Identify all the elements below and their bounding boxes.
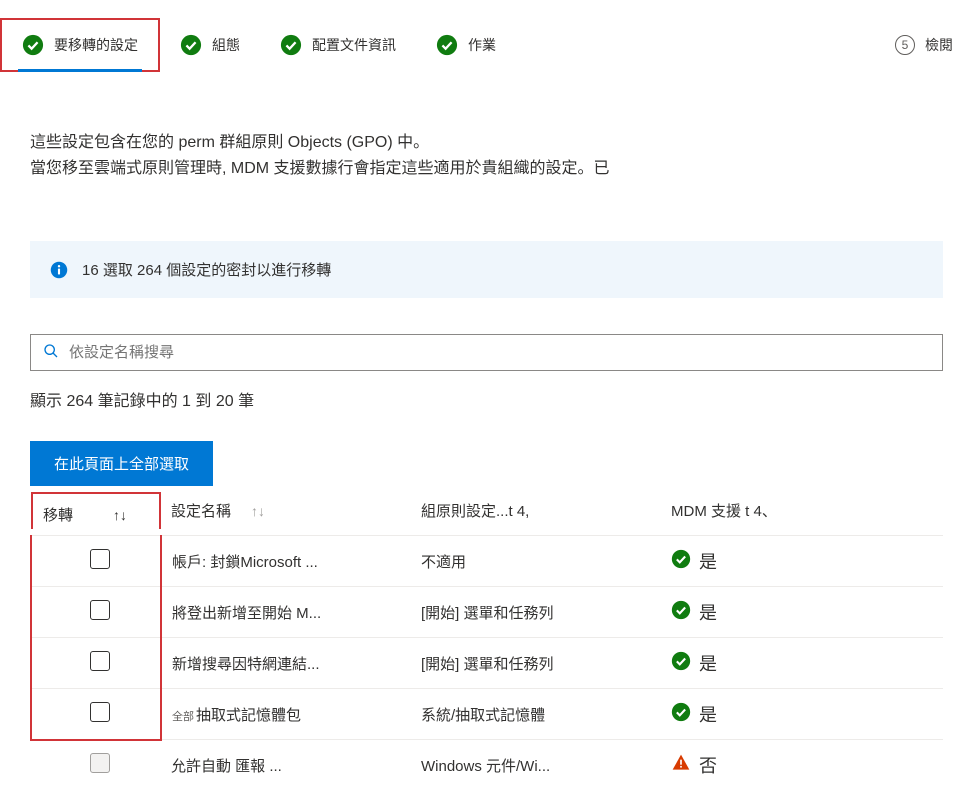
step-review[interactable]: 5 檢閱 xyxy=(875,35,973,55)
checkbox-cell xyxy=(31,689,161,740)
main-content: 這些設定包含在您的 perm 群組原則 Objects (GPO) 中。 當您移… xyxy=(0,90,973,790)
setting-prefix: 全部 xyxy=(172,711,194,723)
step-label: 組態 xyxy=(212,35,240,55)
gpo-setting-cell: [開始] 選單和任務列 xyxy=(411,638,661,689)
gpo-setting-cell: 不適用 xyxy=(411,536,661,587)
column-header-setting[interactable]: 設定名稱 ↑↓ xyxy=(161,486,411,536)
checkbox-cell xyxy=(31,740,161,791)
description-line-1: 這些設定包含在您的 perm 群組原則 Objects (GPO) 中。 xyxy=(30,130,943,156)
column-header-gpo[interactable]: 組原則設定...t 4, xyxy=(411,486,661,536)
check-circle-icon xyxy=(436,34,458,56)
step-profile-info[interactable]: 配置文件資訊 xyxy=(260,34,416,56)
checkbox-cell xyxy=(31,587,161,638)
search-input[interactable] xyxy=(69,344,930,361)
row-checkbox[interactable] xyxy=(90,702,110,722)
setting-name-cell: 新增搜尋因特網連結... xyxy=(161,638,411,689)
mdm-support-cell: 否 xyxy=(661,740,943,791)
step-label: 作業 xyxy=(468,35,496,55)
wizard-steps: 要移轉的設定 組態 配置文件資訊 作業 5 檢閱 xyxy=(0,0,973,90)
check-circle-icon xyxy=(671,702,691,727)
check-circle-icon xyxy=(280,34,302,56)
column-header-migrate[interactable]: 移轉 ↑↓ xyxy=(31,486,161,536)
setting-name-cell: 帳戶: 封鎖Microsoft ... xyxy=(161,536,411,587)
mdm-value: 是 xyxy=(699,701,717,727)
setting-name: 抽取式記憶體包 xyxy=(196,707,301,724)
table-row: 將登出新增至開始 M... [開始] 選單和任務列 是 xyxy=(31,587,943,638)
check-circle-icon xyxy=(671,549,691,574)
mdm-support-cell: 是 xyxy=(661,587,943,638)
checkbox-cell xyxy=(31,536,161,587)
row-checkbox[interactable] xyxy=(90,651,110,671)
checkbox-cell xyxy=(31,638,161,689)
table-row: 允許自動 匯報 ... Windows 元件/Wi... 否 xyxy=(31,740,943,791)
header-migrate-label: 移轉 xyxy=(43,504,73,525)
setting-name-cell: 允許自動 匯報 ... xyxy=(161,740,411,791)
step-settings-to-migrate[interactable]: 要移轉的設定 xyxy=(0,18,160,72)
step-jobs[interactable]: 作業 xyxy=(416,34,516,56)
mdm-support-cell: 是 xyxy=(661,536,943,587)
table-row: 新增搜尋因特網連結... [開始] 選單和任務列 是 xyxy=(31,638,943,689)
table-row: 帳戶: 封鎖Microsoft ... 不適用 是 xyxy=(31,536,943,587)
mdm-support-cell: 是 xyxy=(661,689,943,740)
mdm-value: 否 xyxy=(699,752,717,778)
sort-icon[interactable]: ↑↓ xyxy=(113,507,127,523)
row-checkbox[interactable] xyxy=(90,549,110,569)
check-circle-icon xyxy=(22,34,44,56)
gpo-setting-cell: 系統/抽取式記憶體 xyxy=(411,689,661,740)
description-text: 這些設定包含在您的 perm 群組原則 Objects (GPO) 中。 當您移… xyxy=(30,130,943,181)
mdm-value: 是 xyxy=(699,548,717,574)
records-count: 顯示 264 筆記錄中的 1 到 20 筆 xyxy=(30,387,943,411)
step-configuration[interactable]: 組態 xyxy=(160,34,260,56)
step-label: 配置文件資訊 xyxy=(312,35,396,55)
table-row: 全部抽取式記憶體包系統/抽取式記憶體是 xyxy=(31,689,943,740)
gpo-setting-cell: Windows 元件/Wi... xyxy=(411,740,661,791)
search-box[interactable] xyxy=(30,334,943,371)
setting-name-cell: 全部抽取式記憶體包 xyxy=(161,689,411,740)
step-label: 要移轉的設定 xyxy=(54,35,138,55)
settings-table: 移轉 ↑↓ 設定名稱 ↑↓ 組原則設定...t 4, MDM 支援 t 4、 xyxy=(30,486,943,790)
info-icon xyxy=(50,261,68,279)
info-text: 16 選取 264 個設定的密封以進行移轉 xyxy=(82,259,331,280)
info-bar: 16 選取 264 個設定的密封以進行移轉 xyxy=(30,241,943,298)
setting-name: 將登出新增至開始 M... xyxy=(172,605,321,622)
gpo-setting-cell: [開始] 選單和任務列 xyxy=(411,587,661,638)
row-checkbox[interactable] xyxy=(90,600,110,620)
description-line-2: 當您移至雲端式原則管理時, MDM 支援數據行會指定這些適用於貴組織的設定。已 xyxy=(30,156,943,182)
check-circle-icon xyxy=(671,600,691,625)
header-gpo-label: 組原則設定...t 4, xyxy=(421,503,529,520)
header-setting-label: 設定名稱 xyxy=(171,500,231,521)
setting-name: 帳戶: 封鎖Microsoft ... xyxy=(172,554,318,571)
column-header-mdm[interactable]: MDM 支援 t 4、 xyxy=(661,486,943,536)
mdm-value: 是 xyxy=(699,650,717,676)
select-all-button[interactable]: 在此頁面上全部選取 xyxy=(30,441,213,486)
mdm-value: 是 xyxy=(699,599,717,625)
step-label: 檢閱 xyxy=(925,35,953,55)
check-circle-icon xyxy=(671,651,691,676)
search-icon xyxy=(43,343,59,362)
row-checkbox xyxy=(90,753,110,773)
header-mdm-label: MDM 支援 t 4、 xyxy=(671,503,777,520)
setting-name: 新增搜尋因特網連結... xyxy=(172,656,320,673)
setting-name: 允許自動 匯報 ... xyxy=(171,758,282,775)
check-circle-icon xyxy=(180,34,202,56)
sort-icon[interactable]: ↑↓ xyxy=(251,503,265,519)
step-number-icon: 5 xyxy=(895,35,915,55)
setting-name-cell: 將登出新增至開始 M... xyxy=(161,587,411,638)
warning-icon xyxy=(671,753,691,778)
mdm-support-cell: 是 xyxy=(661,638,943,689)
